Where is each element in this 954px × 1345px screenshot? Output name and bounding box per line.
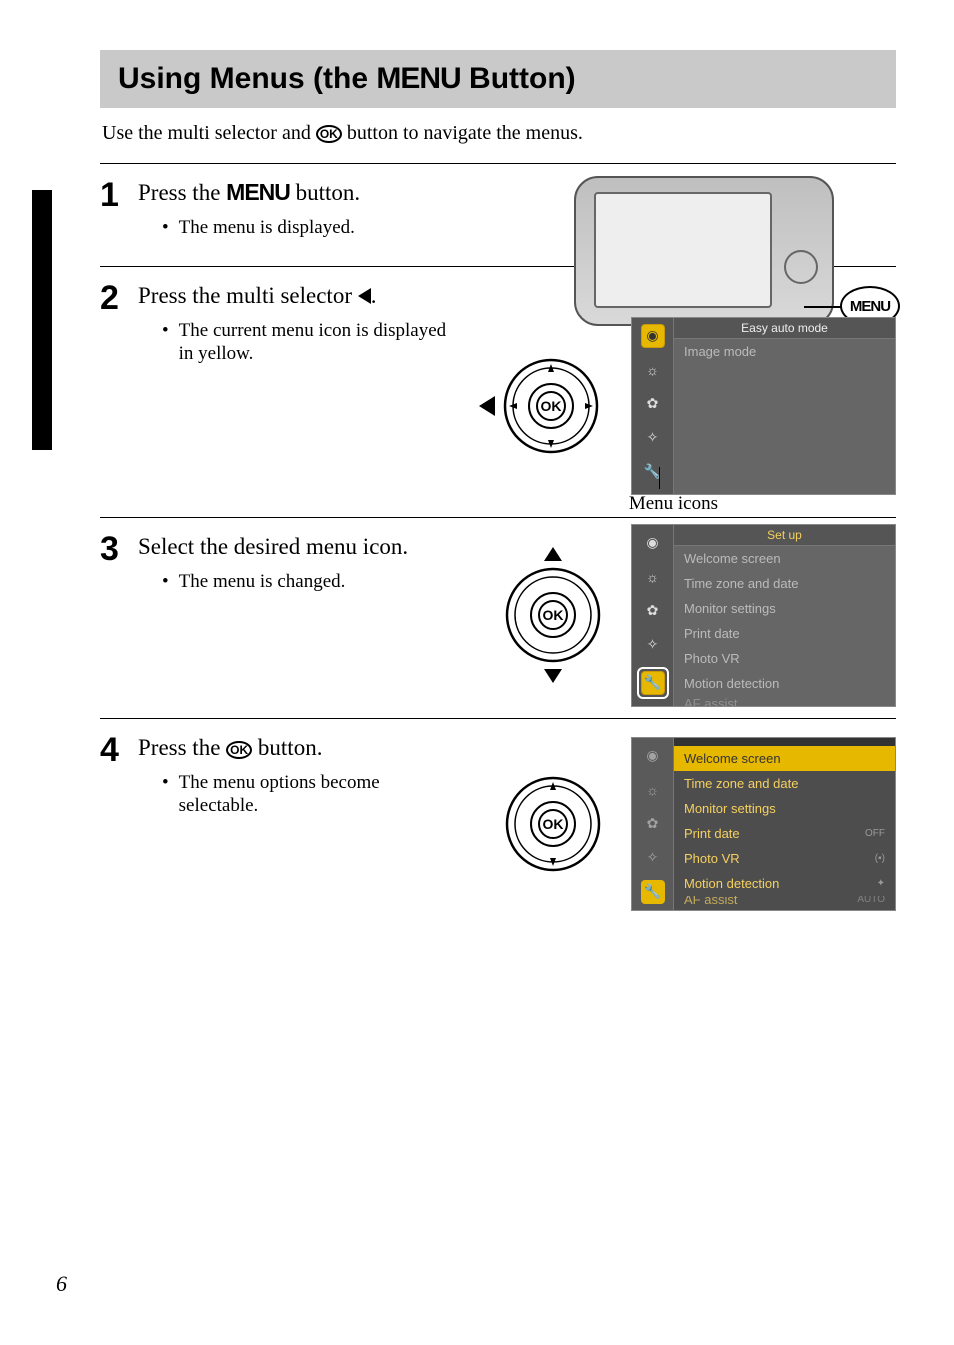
step-number: 3 — [100, 532, 138, 692]
step-4: 4 Press the OK button. The menu options … — [100, 719, 896, 919]
menu-row: Image mode — [674, 339, 895, 364]
step-3: 3 Select the desired menu icon. The menu… — [100, 518, 896, 718]
multi-selector-dial: OK — [501, 356, 601, 456]
menu-row: Welcome screen — [674, 546, 895, 571]
scene-tab-icon: ☼ — [641, 778, 665, 802]
intro-post: button to navigate the menus. — [342, 122, 583, 144]
menu-row: AF assistAUTO — [674, 896, 895, 908]
effects-tab-icon: ✧ — [641, 426, 665, 450]
menu-header: Set up — [674, 525, 895, 546]
step-number: 1 — [100, 178, 138, 240]
camera-tab-icon: ◉ — [641, 744, 665, 768]
left-arrow-icon — [358, 288, 371, 304]
intro-text: Use the multi selector and OK button to … — [100, 122, 896, 145]
step-number: 2 — [100, 281, 138, 457]
portrait-tab-icon: ✿ — [641, 812, 665, 836]
menu-screen: ◉ ☼ ✿ ✧ 🔧 Welcome screen Time zone and d… — [631, 737, 896, 911]
step-illustration: OK ◉ ☼ ✿ ✧ 🔧 Easy auto mode Image mode — [501, 317, 896, 495]
step-illustration: OK ◉ ☼ ✿ ✧ 🔧 Set up Welcome screen Time … — [503, 524, 896, 707]
ok-button-icon: OK — [536, 391, 566, 421]
multi-selector-dial: OK — [503, 774, 603, 874]
page-title: Using Menus (the MENU Button) — [118, 62, 878, 96]
menu-pane: Easy auto mode Image mode — [674, 318, 895, 494]
menu-row: Time zone and date — [674, 771, 895, 796]
menu-pane: Welcome screen Time zone and date Monito… — [674, 738, 895, 910]
ok-icon: OK — [316, 125, 342, 143]
effects-tab-icon: ✧ — [641, 846, 665, 870]
page-title-banner: Using Menus (the MENU Button) — [100, 50, 896, 108]
menu-header-bar — [674, 738, 895, 746]
camera-tab-icon: ◉ — [641, 324, 665, 348]
wrench-tab-icon: 🔧 — [641, 460, 665, 484]
menu-row: AF assist — [674, 696, 895, 706]
menu-glyph: MENU — [376, 62, 460, 95]
menu-pane: Set up Welcome screen Time zone and date… — [674, 525, 895, 706]
step-bullet: The menu is displayed. — [162, 216, 462, 240]
step-bullet: The current menu icon is displayed in ye… — [162, 319, 462, 367]
menu-row: Monitor settings — [674, 596, 895, 621]
multi-selector-dial: OK — [503, 565, 603, 665]
highlight-up-arrow-icon — [544, 547, 562, 561]
portrait-tab-icon: ✿ — [641, 392, 665, 416]
step-2: 2 Press the multi selector . The current… — [100, 267, 896, 517]
wrench-tab-icon: 🔧 — [637, 667, 669, 699]
page-number: 6 — [56, 1271, 67, 1297]
menu-glyph: MENU — [226, 179, 290, 205]
manual-page: Parts of the Camera 6 Using Menus (the M… — [0, 0, 954, 1345]
step-1: 1 Press the MENU button. The menu is dis… — [100, 164, 896, 266]
scene-tab-icon: ☼ — [641, 565, 665, 589]
ok-icon: OK — [226, 741, 252, 759]
step-heading: Press the OK button. — [138, 733, 458, 763]
camera-tab-icon: ◉ — [641, 531, 665, 555]
menu-screen: ◉ ☼ ✿ ✧ 🔧 Set up Welcome screen Time zon… — [631, 524, 896, 707]
wrench-tab-icon: 🔧 — [641, 880, 665, 904]
intro-pre: Use the multi selector and — [102, 122, 316, 144]
title-text-pre: Using Menus (the — [118, 62, 376, 95]
menu-screen: ◉ ☼ ✿ ✧ 🔧 Easy auto mode Image mode — [631, 317, 896, 495]
menu-row: Motion detection✦ — [674, 871, 895, 896]
menu-row: Photo VR — [674, 646, 895, 671]
highlight-left-arrow-icon — [479, 396, 495, 416]
annotation-tick — [659, 467, 660, 489]
step-heading: Press the MENU button. — [138, 178, 458, 208]
effects-tab-icon: ✧ — [641, 633, 665, 657]
section-side-label: Parts of the Camera — [34, 292, 50, 419]
menu-header: Easy auto mode — [674, 318, 895, 339]
menu-row: Print date — [674, 621, 895, 646]
step-heading: Select the desired menu icon. — [138, 532, 458, 562]
step-illustration: OK ◉ ☼ ✿ ✧ 🔧 Welcome screen Time zone an… — [503, 737, 896, 911]
menu-icons-annotation: Menu icons — [629, 493, 718, 515]
menu-row: Welcome screen — [674, 746, 895, 771]
step-number: 4 — [100, 733, 138, 839]
menu-row: Photo VR(▪) — [674, 846, 895, 871]
portrait-tab-icon: ✿ — [641, 599, 665, 623]
ok-button-icon: OK — [538, 809, 568, 839]
step-bullet: The menu is changed. — [162, 570, 462, 594]
menu-tab-column: ◉ ☼ ✿ ✧ 🔧 — [632, 525, 674, 706]
menu-row: Motion detection — [674, 671, 895, 696]
menu-tab-column: ◉ ☼ ✿ ✧ 🔧 — [632, 318, 674, 494]
step-bullet: The menu options become selectable. — [162, 771, 462, 819]
scene-tab-icon: ☼ — [641, 358, 665, 382]
menu-row: Monitor settings — [674, 796, 895, 821]
menu-row: Print dateOFF — [674, 821, 895, 846]
step-heading: Press the multi selector . — [138, 281, 458, 311]
highlight-down-arrow-icon — [544, 669, 562, 683]
menu-row: Time zone and date — [674, 571, 895, 596]
ok-button-icon: OK — [538, 600, 568, 630]
title-text-post: Button) — [461, 62, 576, 95]
menu-tab-column: ◉ ☼ ✿ ✧ 🔧 — [632, 738, 674, 910]
